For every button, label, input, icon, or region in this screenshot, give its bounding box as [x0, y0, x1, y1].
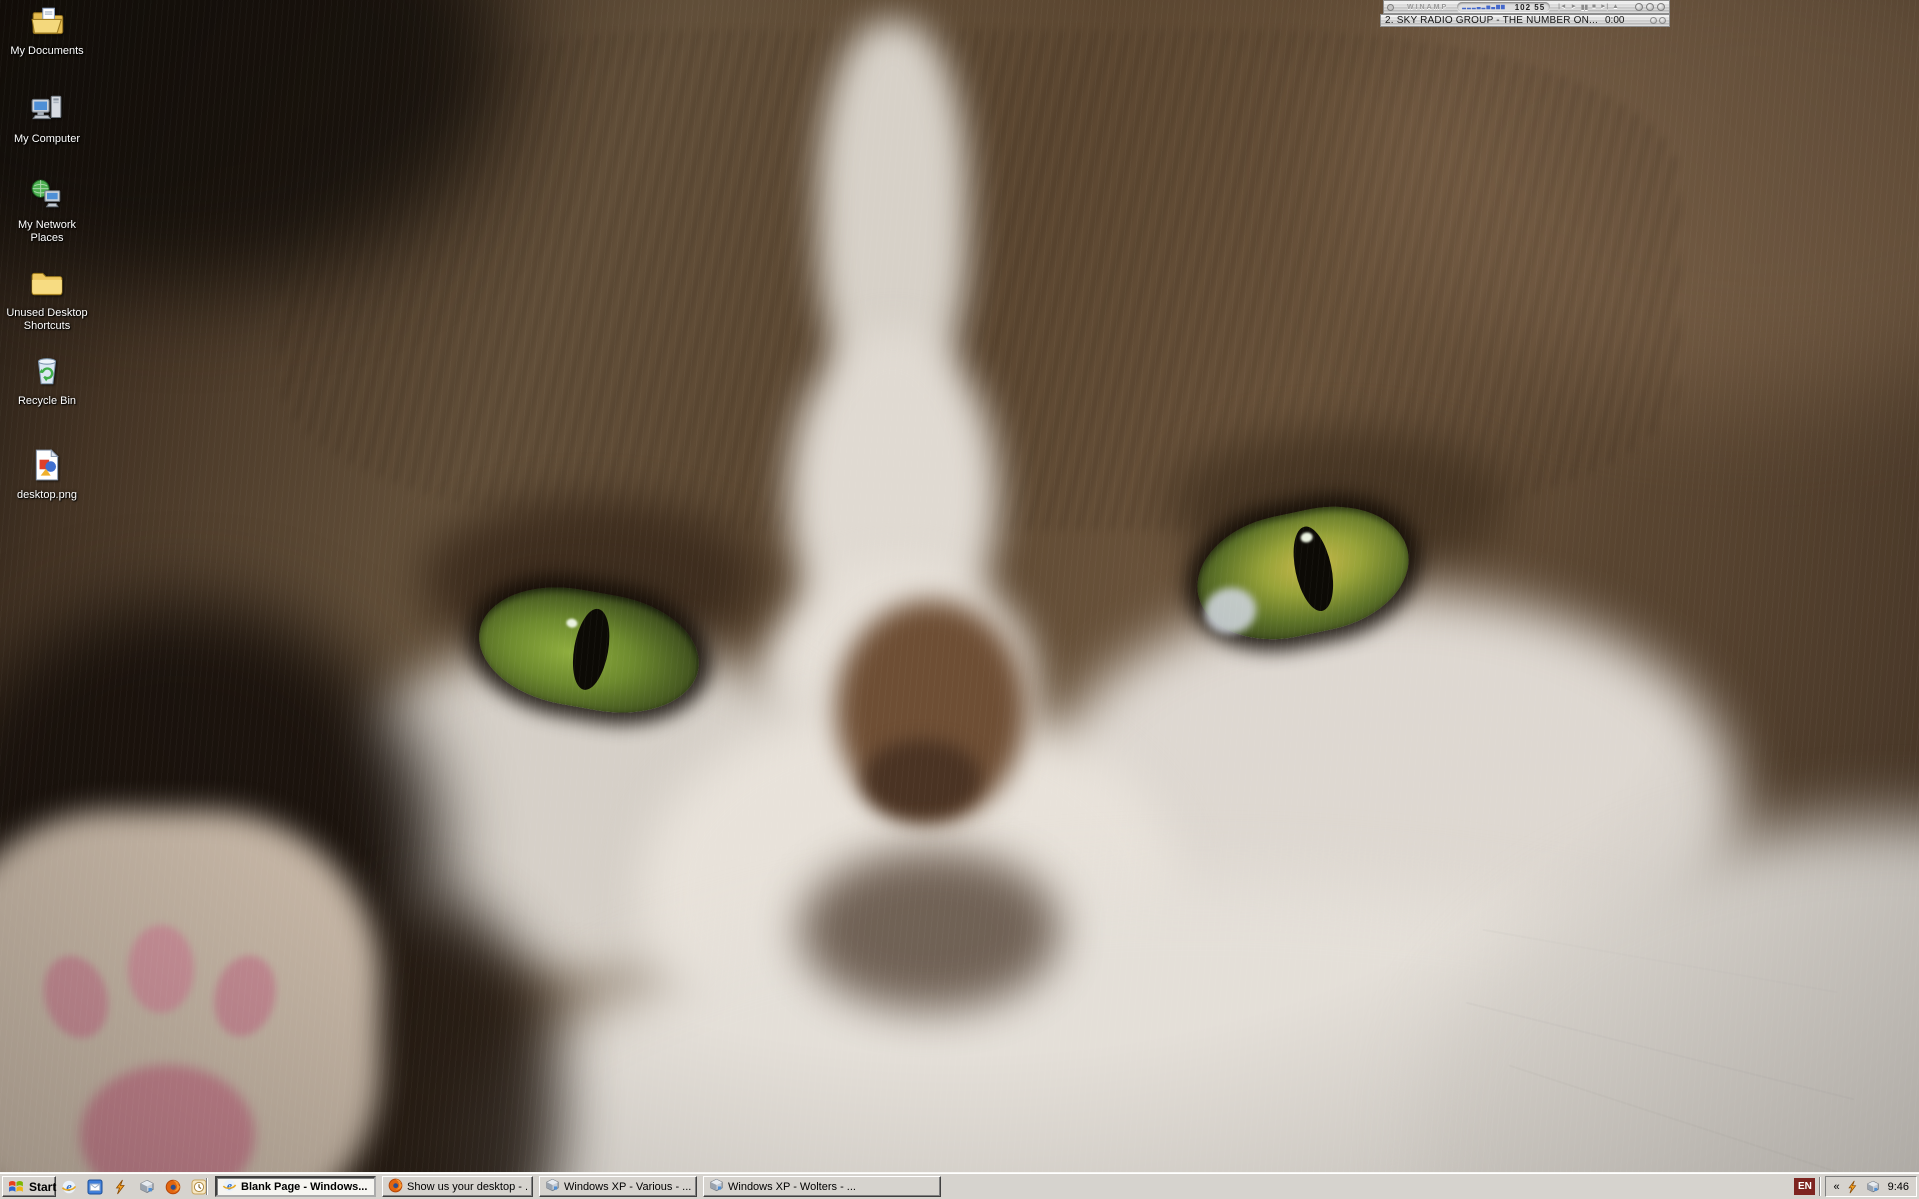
winamp-time: 102 55	[1514, 2, 1546, 12]
firefox-icon	[388, 1178, 403, 1196]
winamp-time-display: ▂▂▂▃▂▅▃▆▆ 102 55	[1457, 2, 1551, 12]
system-tray: « 9:46	[1825, 1176, 1917, 1197]
desktop-icon-label: My Computer	[13, 133, 81, 145]
folder-icon	[30, 266, 64, 305]
winamp-playlist-entry: 2. SKY RADIO GROUP - THE NUMBER ON...	[1385, 15, 1598, 26]
desktop-icon-my-network-places[interactable]: My Network Places	[3, 178, 91, 245]
winamp-main-shade[interactable]: WINAMP ▂▂▂▃▂▅▃▆▆ 102 55 |◄ ► ▮▮ ■ ►| ▲	[1383, 0, 1670, 14]
task-button-label: Blank Page - Windows...	[241, 1180, 368, 1193]
desktop-icon-desktop-png[interactable]: desktop.png	[3, 448, 91, 502]
winamp-window-buttons	[1635, 3, 1665, 11]
tray-winamp-icon[interactable]	[1846, 1180, 1860, 1194]
svg-text:e: e	[66, 1180, 72, 1194]
task-button-label: Windows XP - Wolters - ...	[728, 1180, 856, 1193]
winamp-eject-button[interactable]: ▲	[1612, 3, 1618, 11]
tray-overflow-chevron[interactable]: «	[1833, 1181, 1839, 1193]
winamp-playlist-shade-button[interactable]	[1650, 17, 1657, 24]
taskbar-separator	[206, 1178, 208, 1195]
desktop-icon-label: Unused Desktop Shortcuts	[6, 307, 88, 333]
winamp-transport-controls: |◄ ► ▮▮ ■ ►| ▲	[1558, 3, 1619, 11]
taskbar: Start e e Blank Page - Windows... Show u…	[0, 1172, 1919, 1199]
winamp-menu-icon[interactable]	[1387, 3, 1394, 11]
desktop-icon-label: My Network Places	[17, 219, 77, 245]
svg-text:e: e	[227, 1179, 232, 1192]
winamp-close-button[interactable]	[1657, 3, 1665, 11]
cat-fur-texture-overlay	[0, 0, 1919, 1199]
my-network-places-icon	[30, 178, 64, 217]
winamp-stop-button[interactable]: ■	[1592, 3, 1596, 11]
task-button-label: Windows XP - Various - ...	[564, 1180, 691, 1193]
task-button-show-us-your-desktop[interactable]: Show us your desktop - ...	[382, 1176, 533, 1197]
winamp-playlist-window-buttons	[1650, 17, 1666, 24]
internet-explorer-icon: e	[222, 1178, 237, 1195]
task-button-label: Show us your desktop - ...	[407, 1180, 527, 1193]
tray-separator	[1819, 1177, 1822, 1196]
taskbar-clock[interactable]: 9:46	[1888, 1181, 1909, 1193]
desktop-icon-label: My Documents	[10, 45, 84, 57]
winamp-pause-button[interactable]: ▮▮	[1581, 3, 1588, 11]
recycle-bin-icon	[30, 354, 64, 393]
winamp-player: WINAMP ▂▂▂▃▂▅▃▆▆ 102 55 |◄ ► ▮▮ ■ ►| ▲ 2…	[1380, 0, 1670, 27]
taskbar-tray-area: EN « 9:46	[1794, 1176, 1917, 1197]
winamp-visualization: ▂▂▂▃▂▅▃▆▆	[1462, 3, 1506, 10]
quick-launch-virtual-pc-icon[interactable]	[138, 1178, 156, 1196]
winamp-playlist-shade[interactable]: 2. SKY RADIO GROUP - THE NUMBER ON... 0:…	[1380, 14, 1670, 27]
desktop-icon-unused-desktop-shortcuts[interactable]: Unused Desktop Shortcuts	[3, 266, 91, 333]
winamp-play-button[interactable]: ►	[1570, 3, 1576, 11]
my-documents-icon	[30, 4, 64, 43]
desktop-icon-recycle-bin[interactable]: Recycle Bin	[3, 354, 91, 408]
desktop-icon-my-documents[interactable]: My Documents	[3, 4, 91, 58]
quick-launch-outlook-express-icon[interactable]	[86, 1178, 104, 1196]
desktop-icon-label: desktop.png	[17, 489, 77, 501]
start-label: Start	[29, 1179, 57, 1194]
quick-launch-internet-explorer-icon[interactable]: e	[60, 1178, 78, 1196]
task-button-blank-page[interactable]: e Blank Page - Windows...	[215, 1176, 376, 1197]
quick-launch-bar: e	[60, 1177, 208, 1196]
quick-launch-winamp-icon[interactable]	[112, 1178, 130, 1196]
winamp-playlist-close-button[interactable]	[1659, 17, 1666, 24]
task-button-windows-xp-various[interactable]: Windows XP - Various - ...	[539, 1176, 697, 1197]
winamp-next-button[interactable]: ►|	[1600, 3, 1608, 11]
my-computer-icon	[30, 92, 64, 131]
task-button-windows-xp-wolters[interactable]: Windows XP - Wolters - ...	[703, 1176, 941, 1197]
virtual-pc-icon	[709, 1178, 724, 1196]
desktop-icon-my-computer[interactable]: My Computer	[3, 92, 91, 146]
quick-launch-firefox-icon[interactable]	[164, 1178, 182, 1196]
winamp-playlist-time: 0:00	[1605, 15, 1625, 26]
winamp-minimize-button[interactable]	[1635, 3, 1643, 11]
winamp-previous-button[interactable]: |◄	[1558, 3, 1566, 11]
wallpaper-cat-photo	[0, 0, 1919, 1199]
windows-logo-icon	[8, 1179, 25, 1194]
desktop-screen: My Documents My Computer My Network Plac…	[0, 0, 1919, 1199]
tray-virtual-pc-icon[interactable]	[1866, 1180, 1880, 1194]
image-file-icon	[30, 448, 64, 487]
winamp-shade-button[interactable]	[1646, 3, 1654, 11]
desktop-icon-label: Recycle Bin	[17, 395, 77, 407]
start-button[interactable]: Start	[2, 1176, 56, 1197]
virtual-pc-icon	[545, 1178, 560, 1196]
winamp-title: WINAMP	[1407, 3, 1449, 11]
language-indicator[interactable]: EN	[1794, 1178, 1816, 1195]
